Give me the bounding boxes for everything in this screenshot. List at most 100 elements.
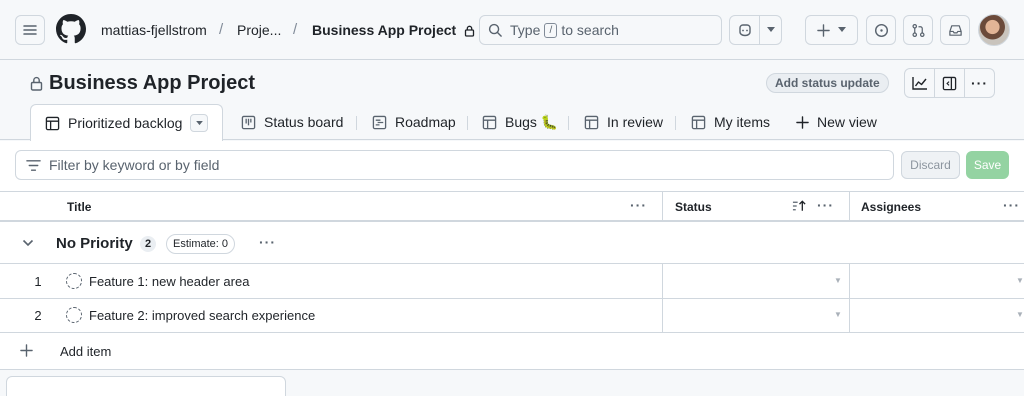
search-shortcut-key: / [544,22,558,38]
plus-icon [796,115,809,129]
tab-label: Roadmap [395,114,456,130]
table-icon [482,115,497,129]
column-divider[interactable] [662,192,663,221]
table-icon [584,115,599,129]
breadcrumb-owner[interactable]: mattias-fjellstrom [101,22,207,38]
column-menu-icon[interactable]: ··· [1003,197,1020,213]
breadcrumb-current-project-label: Business App Project [312,22,457,38]
insights-button[interactable] [905,69,935,97]
more-options-button[interactable]: ··· [965,69,994,97]
assignees-dropdown-icon[interactable]: ▼ [1016,310,1024,319]
chevron-down-icon[interactable] [22,239,34,247]
add-item-row[interactable]: Add item [0,333,1024,369]
column-menu-icon[interactable]: ··· [630,197,647,213]
filter-placeholder: Filter by keyword or by field [49,157,220,173]
lock-icon [30,76,43,91]
table-icon [45,116,60,130]
menu-button[interactable] [15,15,45,45]
git-pull-request-icon [911,23,925,37]
bottom-panel [6,376,286,396]
column-header-status[interactable]: Status [675,192,712,221]
plus-icon [20,344,33,357]
breadcrumb-separator: / [219,21,224,38]
triangle-down-icon [838,27,846,32]
discard-button[interactable]: Discard [901,151,960,179]
row-title[interactable]: Feature 2: improved search experience [89,308,315,323]
status-dropdown-icon[interactable]: ▼ [834,276,842,285]
side-panel-button[interactable] [935,69,965,97]
table-icon [691,115,706,129]
create-new-button[interactable] [805,15,858,45]
filter-bar: Filter by keyword or by field Discard Sa… [0,141,1024,191]
column-divider [662,264,663,299]
copilot-button[interactable] [730,16,760,44]
add-status-update-button[interactable]: Add status update [766,73,889,93]
search-suffix-text: to search [561,22,619,38]
row-number: 1 [34,274,42,289]
status-dropdown-icon[interactable]: ▼ [834,310,842,319]
roadmap-icon [372,115,387,129]
tab-separator [675,116,676,130]
column-header-title[interactable]: Title [67,192,91,221]
pull-requests-button[interactable] [903,15,933,45]
filter-icon [26,159,41,171]
tab-prioritized-backlog[interactable]: Prioritized backlog [30,104,224,141]
user-avatar[interactable] [978,14,1010,46]
group-menu-icon[interactable]: ··· [259,234,276,250]
breadcrumb-projects[interactable]: Proje... [237,22,281,38]
tab-separator [356,116,357,130]
tab-label: New view [817,114,877,130]
column-divider[interactable] [849,192,850,221]
tab-roadmap[interactable]: Roadmap [372,104,456,140]
tab-label: Prioritized backlog [68,115,183,131]
board-icon [241,115,256,129]
save-button[interactable]: Save [966,151,1009,179]
add-item-label: Add item [60,344,112,359]
tab-bugs[interactable]: Bugs 🐛 [482,104,558,140]
group-count-badge: 2 [140,236,157,252]
inbox-button[interactable] [940,15,970,45]
inbox-icon [948,24,962,36]
tab-my-items[interactable]: My items [691,104,770,140]
draft-issue-icon [66,273,82,289]
group-estimate-badge: Estimate: 0 [166,234,236,254]
tab-in-review[interactable]: In review [584,104,663,140]
top-navigation-bar: mattias-fjellstrom / Proje... / Business… [0,0,1024,60]
column-header-assignees[interactable]: Assignees [861,192,921,221]
column-menu-icon[interactable]: ··· [817,197,834,213]
project-title: Business App Project [30,72,255,95]
tab-separator [568,116,569,130]
tab-label: Bugs 🐛 [505,113,559,130]
issue-opened-icon [874,23,888,37]
tab-label: In review [607,114,664,130]
graph-icon [911,77,927,90]
lock-icon [464,25,475,37]
table-row[interactable]: 1 Feature 1: new header area ▼ ▼ [0,264,1024,299]
copilot-dropdown-button[interactable] [760,16,781,44]
search-icon [488,23,502,37]
issues-button[interactable] [866,15,896,45]
view-options-dropdown[interactable] [190,114,209,132]
assignees-dropdown-icon[interactable]: ▼ [1016,276,1024,285]
triangle-down-icon [766,27,775,32]
new-view-button[interactable]: New view [796,104,877,140]
github-logo-icon[interactable] [56,14,86,44]
search-input[interactable]: Type / to search [479,15,722,45]
project-title-text: Business App Project [49,72,255,94]
hamburger-icon [23,25,37,35]
tab-separator [467,116,468,130]
column-divider [662,298,663,333]
project-actions-group: ··· [904,68,995,98]
breadcrumb-separator: / [293,21,298,38]
copilot-button-group [729,15,782,45]
sort-ascending-icon[interactable] [792,200,807,212]
breadcrumb-current-project[interactable]: Business App Project [312,22,475,38]
table-row[interactable]: 2 Feature 2: improved search experience … [0,298,1024,333]
column-divider [849,264,850,299]
row-title[interactable]: Feature 1: new header area [89,274,249,289]
group-header-no-priority: No Priority 2 Estimate: 0 ··· [0,222,1024,264]
tab-label: Status board [264,114,344,130]
tab-label: My items [714,114,770,130]
filter-input[interactable]: Filter by keyword or by field [15,150,894,180]
tab-status-board[interactable]: Status board [241,104,343,140]
